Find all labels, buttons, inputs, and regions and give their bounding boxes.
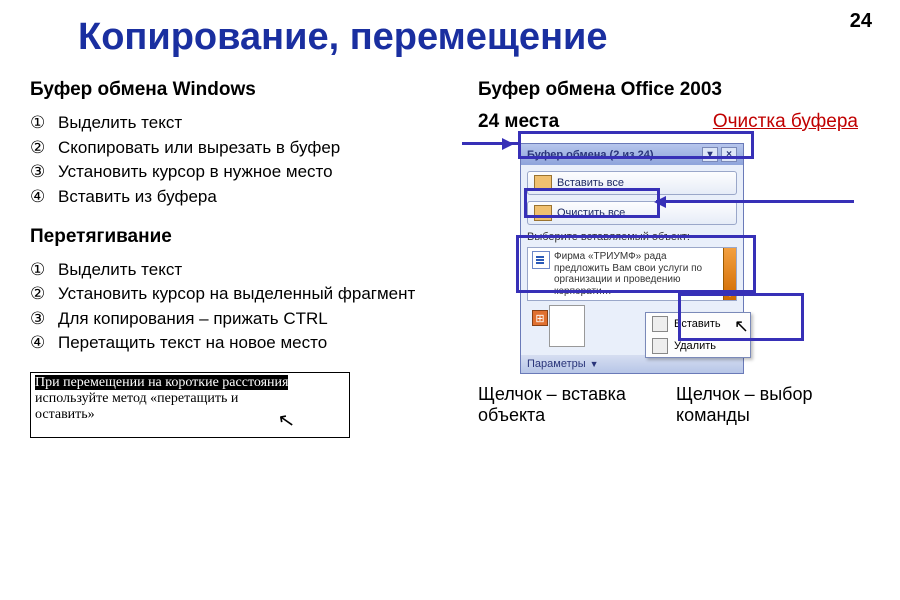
tip-line2: используйте метод «перетащить и [35, 391, 238, 406]
clipboard-item[interactable]: Фирма «ТРИУМФ» рада предложить Вам свои … [527, 247, 737, 301]
delete-icon [652, 338, 668, 354]
step-number: ③ [30, 160, 58, 185]
params-label: Параметры [527, 358, 586, 370]
caption-click-command: Щелчок – выбор команды [676, 384, 836, 426]
pane-instruction: Выберите вставляемый объект: [527, 231, 737, 243]
drag-tip-box: При перемещении на короткие расстояния и… [30, 372, 350, 438]
step-number: ④ [30, 331, 58, 356]
menu-delete-label: Удалить [674, 340, 716, 352]
step-text: Выделить текст [58, 258, 182, 283]
step-text: Скопировать или вырезать в буфер [58, 136, 340, 161]
clipboard-item-text: Фирма «ТРИУМФ» рада предложить Вам свои … [554, 251, 719, 297]
paste-all-button[interactable]: Вставить все [527, 171, 737, 195]
cursor-icon: ↖ [276, 409, 297, 435]
item-dropdown-handle[interactable]: ▾ [723, 248, 736, 300]
step-number: ① [30, 111, 58, 136]
step-text: Установить курсор в нужное место [58, 160, 333, 185]
step-text: Для копирования – прижать CTRL [58, 307, 328, 332]
thumbnail-badge-icon: ⊞ [532, 310, 548, 326]
close-icon[interactable]: × [721, 147, 737, 162]
pane-menu-icon[interactable]: ▾ [702, 147, 718, 162]
step-text: Выделить текст [58, 111, 182, 136]
step-number: ④ [30, 185, 58, 210]
page-number: 24 [850, 10, 872, 33]
caption-click-insert: Щелчок – вставка объекта [478, 384, 648, 426]
tip-line3: оставить» [35, 407, 95, 422]
chevron-down-icon: ▼ [590, 359, 599, 369]
clear-buffer-label: Очистка буфера [713, 111, 858, 133]
menu-paste-label: Вставить [674, 318, 721, 330]
clear-all-icon [534, 205, 552, 221]
paste-all-label: Вставить все [557, 177, 624, 189]
clear-all-label: Очистить все [557, 207, 625, 219]
annotation-arrow [462, 142, 518, 145]
places-label: 24 места [478, 111, 559, 133]
step-number: ② [30, 282, 58, 307]
pane-titlebar[interactable]: Буфер обмена (2 из 24) ▾ × [521, 144, 743, 165]
drag-heading: Перетягивание [30, 226, 460, 248]
windows-steps-list: ①Выделить текст ②Скопировать или вырезат… [30, 111, 460, 210]
step-number: ① [30, 258, 58, 283]
document-icon [532, 251, 550, 269]
page-title: Копирование, перемещение [78, 16, 870, 59]
step-text: Установить курсор на выделенный фрагмент [58, 282, 415, 307]
drag-steps-list: ①Выделить текст ②Установить курсор на вы… [30, 258, 460, 357]
cursor-icon: ↖ [734, 316, 749, 337]
clipboard-thumbnail[interactable]: ⊞ [549, 305, 585, 347]
paste-all-icon [534, 175, 552, 191]
clipboard-task-pane: Буфер обмена (2 из 24) ▾ × Вставить все … [520, 143, 744, 374]
clear-all-button[interactable]: Очистить все [527, 201, 737, 225]
step-text: Вставить из буфера [58, 185, 217, 210]
office-clipboard-heading: Буфер обмена Office 2003 [478, 79, 858, 101]
step-number: ③ [30, 307, 58, 332]
annotation-arrow [656, 200, 854, 203]
pane-title: Буфер обмена (2 из 24) [527, 149, 654, 161]
menu-delete[interactable]: Удалить [646, 335, 750, 357]
paste-icon [652, 316, 668, 332]
tip-line1: При перемещении на короткие расстояния [35, 375, 288, 390]
windows-clipboard-heading: Буфер обмена Windows [30, 79, 460, 101]
step-text: Перетащить текст на новое место [58, 331, 327, 356]
step-number: ② [30, 136, 58, 161]
